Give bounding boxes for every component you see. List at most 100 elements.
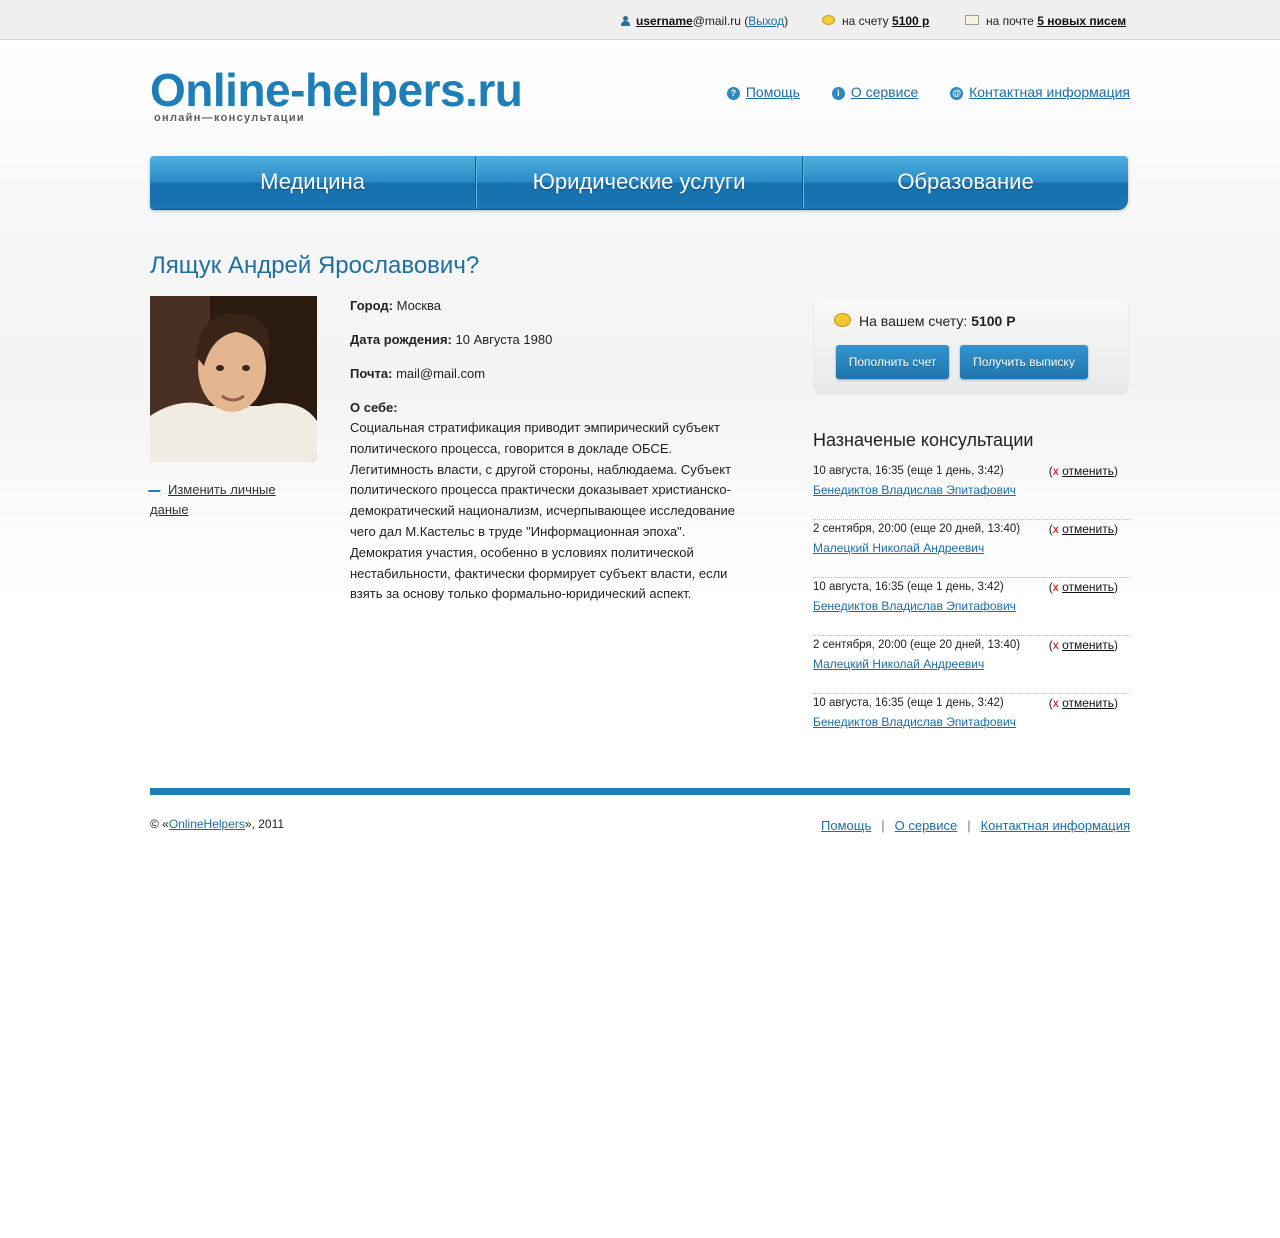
top-bar: username@mail.ru (Выход) на счету 5100 р…: [0, 0, 1280, 40]
consultation-datetime: 2 сентября, 20:00 (еще 20 дней, 13:40): [813, 639, 1020, 651]
birthdate-row: Дата рождения: 10 Августа 1980: [350, 332, 740, 366]
at-icon: @: [950, 87, 964, 100]
avatar: [150, 296, 317, 462]
header-about-link[interactable]: О сервисе: [851, 84, 918, 100]
cancel-consultation: (х отменить): [1048, 522, 1118, 536]
city-label: Город:: [350, 298, 393, 313]
city-row: Город: Москва: [350, 298, 740, 332]
cancel-x-icon: х: [1052, 580, 1059, 594]
consultation-remaining: (еще 1 день, 3:42): [906, 697, 1004, 709]
consultation-date: 2 сентября, 20:00: [813, 639, 907, 651]
cancel-consultation: (х отменить): [1048, 464, 1118, 478]
statement-button[interactable]: Получить выписку: [960, 345, 1088, 379]
nav-legal[interactable]: Юридические услуги: [476, 156, 802, 209]
consultation-item: 10 августа, 16:35 (еще 1 день, 3:42) Бене…: [813, 462, 1130, 520]
consultation-remaining: (еще 1 день, 3:42): [906, 581, 1004, 593]
cancel-link[interactable]: отменить: [1062, 638, 1114, 652]
site-logo[interactable]: Online-helpers.ru онлайн—консультации: [150, 62, 523, 124]
cancel-consultation: (х отменить): [1048, 696, 1118, 710]
coin-icon: [822, 15, 835, 25]
page-title: Лящук Андрей Ярославович?: [150, 252, 480, 279]
pencil-icon: [147, 484, 165, 492]
birthdate-value: 10 Августа 1980: [455, 332, 553, 347]
edit-profile: Изменить личные даные: [147, 480, 300, 520]
cancel-consultation: (х отменить): [1048, 580, 1118, 594]
header-contacts-link[interactable]: Контактная информация: [969, 84, 1130, 100]
consultation-date: 2 сентября, 20:00: [813, 523, 907, 535]
balance-line: На вашем счету: 5100 Р: [834, 313, 1016, 329]
consultations-title: Назначеные консультации: [813, 430, 1034, 450]
footer-about-link[interactable]: О сервисе: [895, 818, 958, 833]
about-label: О себе:: [350, 400, 398, 415]
nav-education[interactable]: Образование: [803, 156, 1128, 209]
cancel-link[interactable]: отменить: [1062, 580, 1114, 594]
cancel-x-icon: х: [1052, 522, 1059, 536]
email-row: Почта: mail@mail.com: [350, 366, 740, 400]
mail-info: на почте 5 новых писем: [965, 14, 1126, 28]
consultation-remaining: (еще 20 дней, 13:40): [910, 639, 1021, 651]
consultation-datetime: 10 августа, 16:35 (еще 1 день, 3:42): [813, 465, 1004, 477]
cancel-link[interactable]: отменить: [1062, 522, 1114, 536]
footer-separator: |: [881, 818, 885, 833]
new-mail-link[interactable]: 5 новых писем: [1037, 14, 1126, 28]
copyright: © «OnlineHelpers», 2011: [150, 817, 284, 831]
consultation-item: 10 августа, 16:35 (еще 1 день, 3:42) Бене…: [813, 578, 1130, 636]
balance-label: На вашем счету:: [859, 313, 968, 329]
copyright-link[interactable]: OnlineHelpers: [169, 817, 245, 831]
consultation-remaining: (еще 1 день, 3:42): [906, 465, 1004, 477]
cancel-link[interactable]: отменить: [1062, 696, 1114, 710]
header-links: ? Помощь i О сервисе @ Контактная информаци…: [726, 84, 1130, 100]
consultant-link[interactable]: Бенедиктов Владислав Эпитафович: [813, 715, 1016, 729]
consultations-list: 10 августа, 16:35 (еще 1 день, 3:42) Бене…: [813, 462, 1130, 751]
consultant-link[interactable]: Бенедиктов Владислав Эпитафович: [813, 483, 1016, 497]
consultation-date: 10 августа, 16:35: [813, 697, 904, 709]
footer-divider: [150, 788, 1130, 795]
cancel-link[interactable]: отменить: [1062, 464, 1114, 478]
main-nav: Медицина Юридические услуги Образование: [150, 156, 1128, 209]
logo-subtitle: онлайн—консультации: [154, 112, 305, 124]
logo-title: Online-helpers.ru: [150, 64, 523, 116]
username-link[interactable]: username: [636, 14, 693, 28]
header-help-link[interactable]: Помощь: [746, 84, 800, 100]
envelope-icon: [965, 15, 979, 25]
footer-separator: |: [967, 818, 971, 833]
logout-link[interactable]: Выход: [748, 14, 784, 28]
cancel-consultation: (х отменить): [1048, 638, 1118, 652]
consultant-link[interactable]: Малецкий Николай Андреевич: [813, 541, 984, 555]
user-icon: [621, 16, 630, 26]
copyright-prefix: © «: [150, 817, 169, 831]
nav-medicine[interactable]: Медицина: [150, 156, 475, 209]
edit-profile-link[interactable]: Изменить личные даные: [150, 482, 276, 517]
help-icon: ?: [726, 87, 740, 100]
user-info: username@mail.ru (Выход): [621, 14, 788, 28]
cancel-x-icon: х: [1052, 696, 1059, 710]
consultation-item: 2 сентября, 20:00 (еще 20 дней, 13:40) Ма…: [813, 520, 1130, 578]
topup-button[interactable]: Пополнить счет: [836, 345, 949, 379]
cancel-x-icon: х: [1052, 464, 1059, 478]
footer-links: Помощь | О сервисе | Контактная информация: [821, 818, 1130, 833]
info-icon: i: [831, 87, 845, 100]
balance-info: на счету 5100 р: [822, 14, 929, 28]
email-value: mail@mail.com: [396, 366, 486, 381]
avatar-photo: [150, 296, 317, 462]
profile-info: Город: Москва Дата рождения: 10 Августа …: [350, 298, 740, 605]
consultation-remaining: (еще 20 дней, 13:40): [910, 523, 1021, 535]
balance-value-link[interactable]: 5100 р: [892, 14, 929, 28]
balance-amount: 5100 Р: [971, 313, 1016, 329]
consultation-datetime: 10 августа, 16:35 (еще 1 день, 3:42): [813, 581, 1004, 593]
consultant-link[interactable]: Малецкий Николай Андреевич: [813, 657, 984, 671]
coins-icon: [834, 313, 851, 327]
username-domain: @mail.ru: [692, 14, 741, 28]
consultation-item: 10 августа, 16:35 (еще 1 день, 3:42) Бене…: [813, 694, 1130, 751]
balance-prefix: на счету: [842, 14, 889, 28]
cancel-x-icon: х: [1052, 638, 1059, 652]
consultation-date: 10 августа, 16:35: [813, 465, 904, 477]
footer-help-link[interactable]: Помощь: [821, 818, 871, 833]
mail-prefix: на почте: [986, 14, 1034, 28]
about-text: Социальная стратификация приводит эмпири…: [350, 420, 735, 602]
consultation-date: 10 августа, 16:35: [813, 581, 904, 593]
consultation-datetime: 2 сентября, 20:00 (еще 20 дней, 13:40): [813, 523, 1020, 535]
footer-contacts-link[interactable]: Контактная информация: [981, 818, 1130, 833]
consultant-link[interactable]: Бенедиктов Владислав Эпитафович: [813, 599, 1016, 613]
city-value: Москва: [396, 298, 441, 313]
